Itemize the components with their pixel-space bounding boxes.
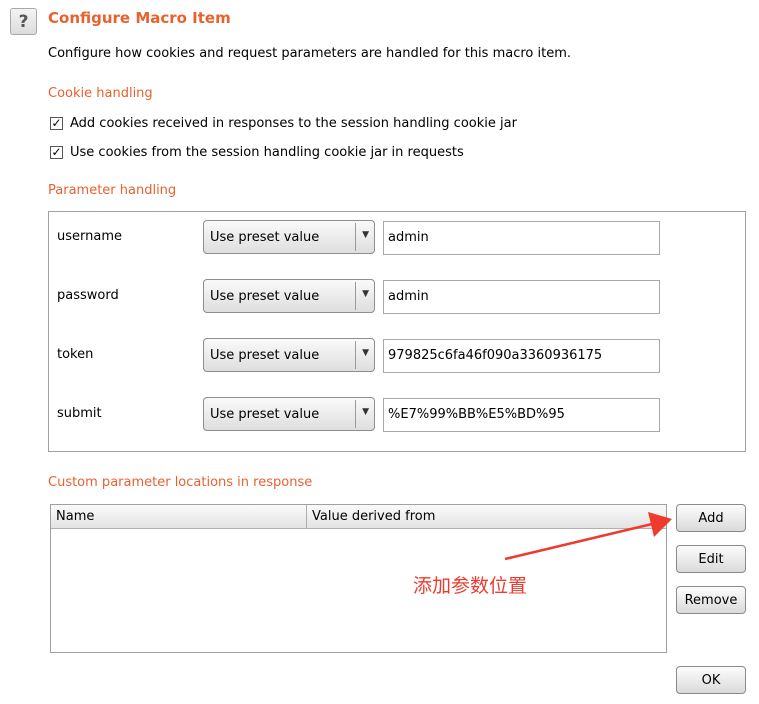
parameter-value-input[interactable]: 979825c6fa46f090a3360936175 [383, 339, 660, 373]
edit-button[interactable]: Edit [676, 545, 746, 573]
parameter-mode-select[interactable]: Use preset value ▼ [203, 279, 375, 313]
parameter-mode-select[interactable]: Use preset value ▼ [203, 338, 375, 372]
custom-locations-table[interactable]: Name Value derived from [50, 504, 667, 653]
select-value: Use preset value [210, 407, 320, 422]
select-divider [355, 223, 356, 251]
chevron-down-icon: ▼ [362, 348, 369, 358]
parameter-mode-select[interactable]: Use preset value ▼ [203, 220, 375, 254]
custom-locations-heading: Custom parameter locations in response [48, 475, 313, 490]
parameter-row: username Use preset value ▼ admin [49, 220, 745, 255]
cookie-handling-heading: Cookie handling [48, 86, 153, 101]
help-button[interactable]: ? [10, 8, 37, 35]
parameter-name: username [57, 229, 122, 244]
parameter-value-input[interactable]: %E7%99%BB%E5%BD%95 [383, 398, 660, 432]
chevron-down-icon: ▼ [362, 407, 369, 417]
select-value: Use preset value [210, 230, 320, 245]
select-divider [355, 341, 356, 369]
parameter-handling-heading: Parameter handling [48, 183, 177, 198]
parameter-name: token [57, 347, 94, 362]
parameter-row: password Use preset value ▼ admin [49, 279, 745, 314]
parameter-value-input[interactable]: admin [383, 280, 660, 314]
select-divider [355, 400, 356, 428]
cookie-option-use[interactable]: ✓ Use cookies from the session handling … [50, 143, 464, 161]
add-button[interactable]: Add [676, 504, 746, 532]
column-header-value-derived-from[interactable]: Value derived from [312, 509, 435, 524]
select-value: Use preset value [210, 289, 320, 304]
column-divider[interactable] [306, 505, 307, 528]
ok-button[interactable]: OK [676, 666, 746, 694]
chevron-down-icon: ▼ [362, 289, 369, 299]
remove-button[interactable]: Remove [676, 586, 746, 614]
parameter-row: token Use preset value ▼ 979825c6fa46f09… [49, 338, 745, 373]
help-icon: ? [18, 11, 29, 32]
dialog-description: Configure how cookies and request parame… [48, 46, 572, 61]
checkbox-add-cookies[interactable]: ✓ [50, 116, 63, 130]
select-divider [355, 282, 356, 310]
parameter-value-input[interactable]: admin [383, 221, 660, 255]
table-header: Name Value derived from [51, 505, 666, 529]
checkbox-use-cookies[interactable]: ✓ [50, 145, 63, 159]
parameter-handling-panel: username Use preset value ▼ admin passwo… [48, 211, 746, 452]
column-header-name[interactable]: Name [56, 509, 94, 524]
select-value: Use preset value [210, 348, 320, 363]
annotation-text: 添加参数位置 [413, 575, 528, 597]
dialog-title: Configure Macro Item [48, 9, 231, 27]
chevron-down-icon: ▼ [362, 230, 369, 240]
parameter-name: submit [57, 406, 102, 421]
parameter-mode-select[interactable]: Use preset value ▼ [203, 397, 375, 431]
checkbox-label: Add cookies received in responses to the… [70, 115, 517, 131]
cookie-option-add[interactable]: ✓ Add cookies received in responses to t… [50, 114, 517, 132]
parameter-row: submit Use preset value ▼ %E7%99%BB%E5%B… [49, 397, 745, 432]
parameter-name: password [57, 288, 119, 303]
checkbox-label: Use cookies from the session handling co… [70, 144, 464, 160]
